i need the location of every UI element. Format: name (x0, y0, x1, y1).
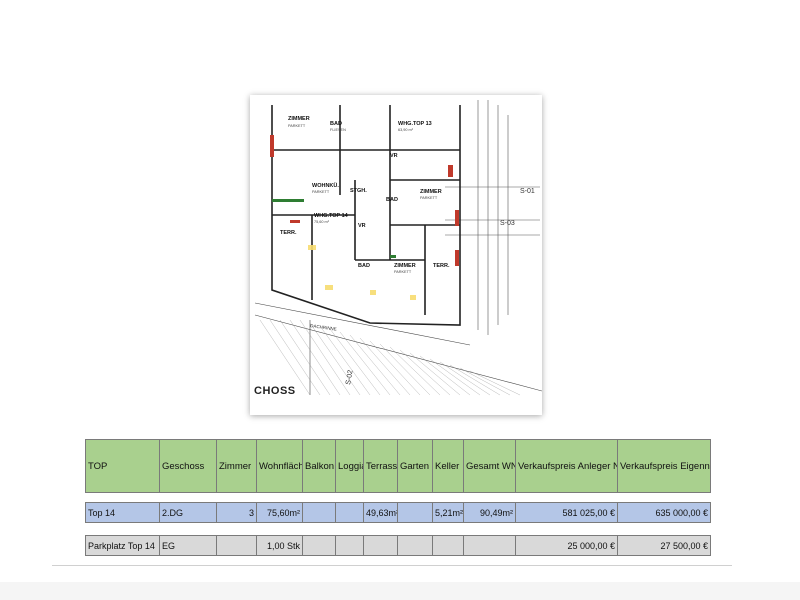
header-cell: Terrasse (363, 439, 398, 493)
table-cell (302, 502, 336, 523)
table-header-row: TOP Geschoss Zimmer Wohnfläche Balkon Lo… (85, 439, 711, 493)
table-cell (302, 535, 336, 556)
room-floor-label: 75,60 m² (314, 220, 330, 224)
table-cell (363, 535, 398, 556)
footer-strip (0, 582, 800, 600)
header-cell: Wohnfläche (256, 439, 303, 493)
room-label: ZIMMER (394, 263, 416, 269)
room-floor-label: PARKETT (288, 124, 306, 128)
room-label: BAD (358, 263, 370, 269)
room-label: ZIMMER (288, 116, 310, 122)
table-cell: 3 (216, 502, 257, 523)
table-cell (216, 535, 257, 556)
room-floor-label: PARKETT (420, 196, 438, 200)
table-row: Top 14 2.DG 3 75,60m² 49,63m² 5,21m² 90,… (85, 502, 711, 523)
header-cell: Balkon (302, 439, 336, 493)
header-cell: Verkaufspreis Eigennutzer (617, 439, 711, 493)
room-label: WHG.TOP 13 (398, 121, 432, 127)
table-row: Parkplatz Top 14 EG 1,00 Stk 25 000,00 €… (85, 535, 711, 556)
table-cell: 5,21m² (432, 502, 464, 523)
room-label: VR (390, 153, 398, 159)
room-label: WOHNKÜ. (312, 182, 339, 189)
section-mark-label: S-03 (500, 220, 515, 227)
price-table: TOP Geschoss Zimmer Wohnfläche Balkon Lo… (85, 439, 711, 556)
header-cell: Zimmer (216, 439, 257, 493)
floorplan-image: S-01 S-03 ZIMMER BAD WOHNKÜ. WHG.TOP 14 … (250, 95, 542, 415)
section-mark-label: S-01 (520, 188, 535, 195)
table-cell (335, 502, 364, 523)
table-cell: 581 025,00 € (515, 502, 618, 523)
header-cell: Keller (432, 439, 464, 493)
table-cell: 90,49m² (463, 502, 516, 523)
header-cell: TOP (85, 439, 160, 493)
table-cell: 635 000,00 € (617, 502, 711, 523)
room-label: STGH. (350, 188, 367, 194)
room-floor-label: FLIESEN (330, 128, 346, 132)
floorplan-drawing: S-01 S-03 ZIMMER BAD WOHNKÜ. WHG.TOP 14 … (250, 95, 542, 415)
header-cell: Loggia (335, 439, 364, 493)
table-cell: 49,63m² (363, 502, 398, 523)
table-cell (432, 535, 464, 556)
room-label: WHG.TOP 14 (314, 213, 349, 219)
room-label: BAD (330, 121, 342, 127)
room-floor-label: 63,90 m² (398, 128, 414, 132)
floor-label: CHOSS (254, 385, 296, 397)
header-cell: Verkaufspreis Anleger Netto (515, 439, 618, 493)
listing-page: S-01 S-03 ZIMMER BAD WOHNKÜ. WHG.TOP 14 … (0, 0, 800, 600)
table-cell: 2.DG (159, 502, 217, 523)
table-cell (397, 535, 433, 556)
divider (52, 565, 732, 566)
room-label: TERR. (280, 230, 297, 236)
table-cell (397, 502, 433, 523)
room-label: VR (358, 223, 366, 229)
room-label: TERR. (433, 263, 450, 269)
header-cell: Garten (397, 439, 433, 493)
header-cell: Geschoss (159, 439, 217, 493)
header-cell: Gesamt WNFL (463, 439, 516, 493)
table-cell: Parkplatz Top 14 (85, 535, 160, 556)
table-cell (463, 535, 516, 556)
table-cell: 25 000,00 € (515, 535, 618, 556)
room-floor-label: PARKETT (394, 270, 412, 274)
table-cell: 1,00 Stk (256, 535, 303, 556)
table-cell: 27 500,00 € (617, 535, 711, 556)
table-cell (335, 535, 364, 556)
room-label: BAD (386, 197, 398, 203)
table-cell: Top 14 (85, 502, 160, 523)
room-floor-label: PARKETT (312, 190, 330, 194)
table-cell: EG (159, 535, 217, 556)
table-cell: 75,60m² (256, 502, 303, 523)
room-label: ZIMMER (420, 189, 442, 195)
